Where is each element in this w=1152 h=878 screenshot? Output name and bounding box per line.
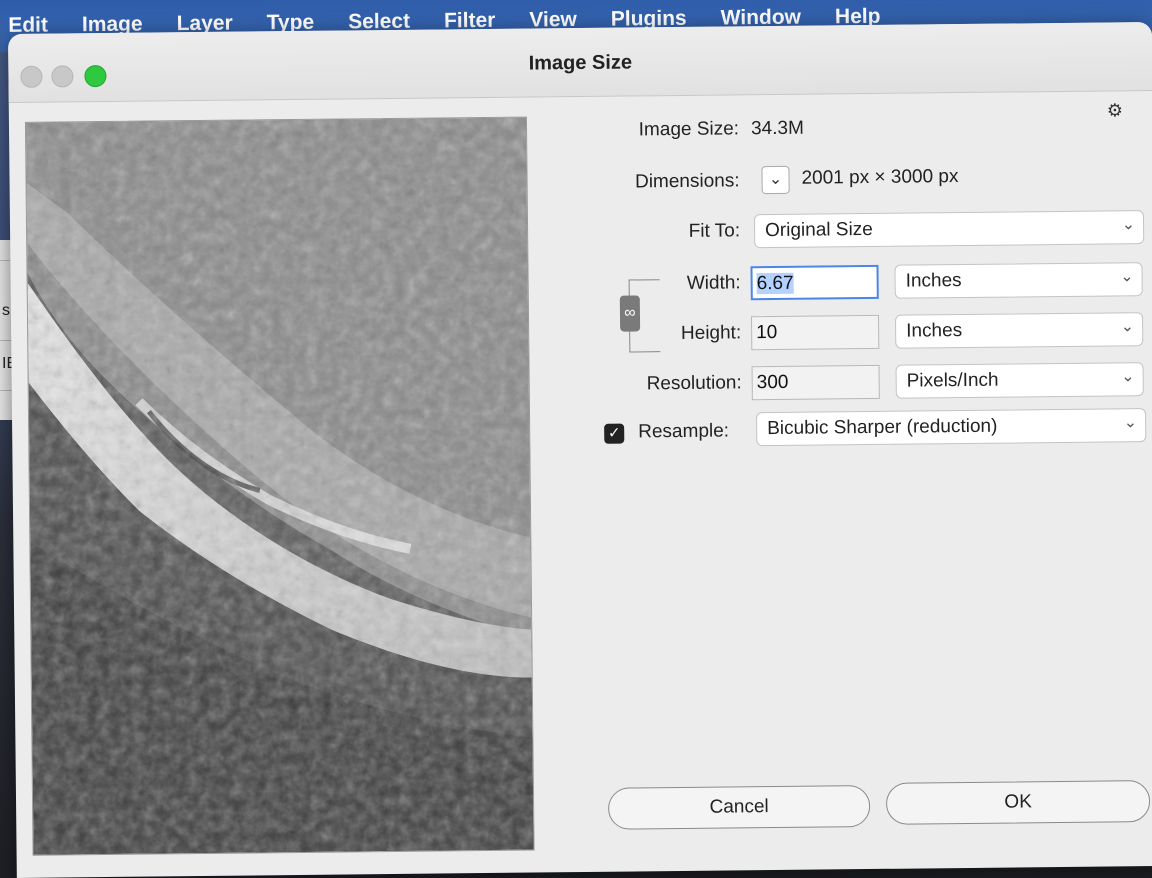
- resolution-unit-value: Pixels/Inch: [906, 369, 999, 392]
- image-preview[interactable]: [24, 116, 535, 856]
- resample-value: Bicubic Sharper (reduction): [767, 415, 998, 440]
- width-label: Width:: [686, 272, 741, 294]
- preview-photo: [25, 117, 534, 855]
- dialog-title: Image Size: [528, 51, 633, 75]
- checkmark-icon: ✓: [607, 424, 621, 442]
- dimensions-label: Dimensions:: [634, 170, 740, 193]
- fit-to-label: Fit To:: [688, 220, 741, 242]
- height-value: 10: [756, 321, 778, 344]
- resample-checkbox[interactable]: ✓: [604, 423, 625, 444]
- height-input[interactable]: 10: [750, 314, 880, 351]
- resolution-label: Resolution:: [646, 372, 742, 395]
- dimensions-unit-toggle[interactable]: ⌄: [761, 165, 790, 195]
- resolution-value: 300: [756, 371, 789, 394]
- resample-label: Resample:: [638, 420, 730, 443]
- image-size-label: Image Size:: [638, 118, 740, 141]
- chevron-down-icon: ⌄: [1120, 268, 1134, 286]
- fit-to-select[interactable]: Original Size ⌄: [753, 210, 1145, 249]
- chevron-down-icon: ⌄: [1123, 414, 1138, 432]
- gear-icon[interactable]: ⚙: [1107, 100, 1123, 121]
- resolution-input[interactable]: 300: [751, 364, 880, 401]
- chevron-down-icon: ⌄: [1120, 318, 1135, 336]
- fit-to-value: Original Size: [764, 218, 873, 242]
- height-label: Height:: [680, 322, 742, 344]
- height-unit-select[interactable]: Inches ⌄: [894, 312, 1144, 349]
- dialog-titlebar: Image Size: [8, 22, 1152, 103]
- ok-button[interactable]: OK: [885, 780, 1151, 825]
- image-size-value: 34.3M: [750, 117, 804, 140]
- cancel-button[interactable]: Cancel: [607, 785, 871, 830]
- height-unit-value: Inches: [906, 320, 963, 342]
- width-unit-value: Inches: [905, 270, 962, 292]
- width-value: 6.67: [756, 272, 794, 295]
- chevron-down-icon: ⌄: [1121, 216, 1136, 234]
- width-input[interactable]: 6.67: [750, 264, 879, 301]
- width-unit-select[interactable]: Inches ⌄: [894, 262, 1143, 299]
- image-size-dialog: Image Size ⚙ Image Size: 34.3M Dimension…: [8, 22, 1152, 878]
- resolution-unit-select[interactable]: Pixels/Inch ⌄: [895, 362, 1144, 399]
- resample-select[interactable]: Bicubic Sharper (reduction) ⌄: [756, 408, 1147, 447]
- background-text-fragment: s: [2, 302, 10, 319]
- chevron-down-icon: ⌄: [1121, 368, 1135, 386]
- chevron-down-icon: ⌄: [768, 170, 783, 189]
- dimensions-value: 2001 px × 3000 px: [801, 166, 959, 189]
